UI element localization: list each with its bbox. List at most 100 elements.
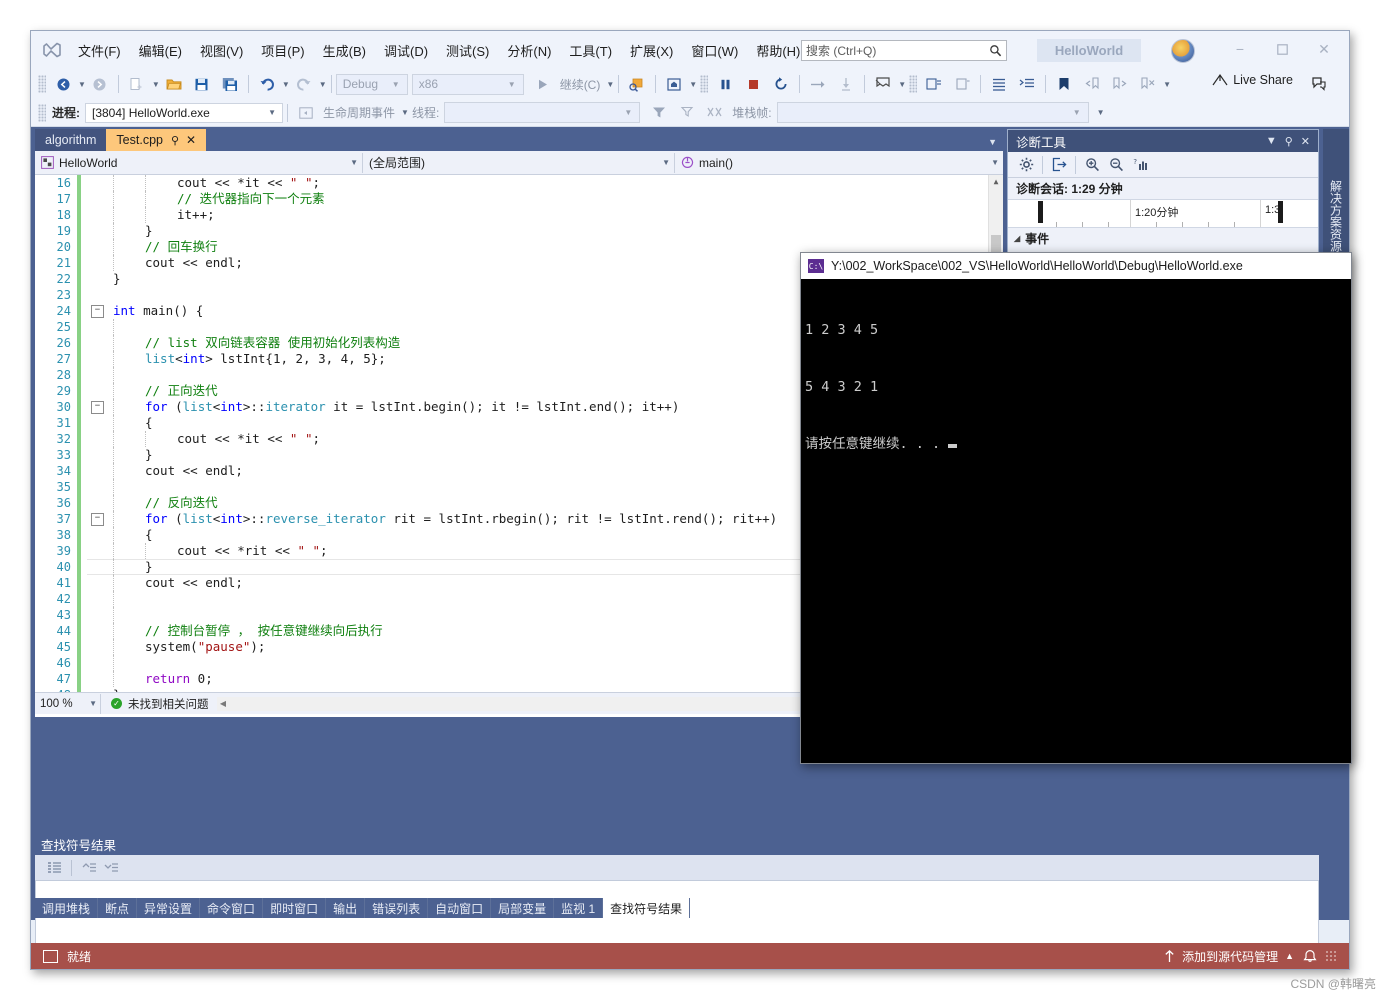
uncomment-icon[interactable] — [949, 73, 975, 95]
configuration-selector[interactable]: Debug ▼ — [336, 74, 408, 95]
search-input[interactable]: 搜索 (Ctrl+Q) — [801, 40, 1007, 61]
debug-toolbar-grip[interactable] — [38, 104, 46, 122]
collapse-glyph-icon[interactable]: − — [91, 513, 104, 526]
add-to-source-control-button[interactable]: 添加到源代码管理 ▲ — [1164, 948, 1294, 965]
debug-overflow-caret-icon[interactable]: ▼ — [1097, 108, 1105, 117]
redo-icon[interactable] — [291, 73, 317, 95]
redo-caret-icon[interactable]: ▼ — [319, 80, 327, 89]
editor-zoom-selector[interactable]: 100 % ▼ — [35, 694, 101, 714]
restart-icon[interactable] — [768, 73, 794, 95]
document-tab-algorithm[interactable]: algorithm — [35, 129, 106, 151]
timeline-marker-start[interactable] — [1038, 201, 1043, 223]
navbar-member-selector[interactable]: main() ▼ — [675, 153, 1003, 173]
step-over-icon[interactable] — [805, 73, 831, 95]
next-bookmark-icon[interactable] — [1107, 73, 1133, 95]
lifecycle-events-label[interactable]: 生命周期事件 — [323, 104, 395, 121]
attach-icon[interactable] — [661, 73, 687, 95]
pin-icon[interactable]: ⚲ — [171, 134, 179, 147]
toolbar-grip-2[interactable] — [700, 75, 708, 93]
menu-item-edit[interactable]: 编辑(E) — [130, 37, 191, 64]
notifications-button[interactable] — [1303, 949, 1317, 964]
code-line[interactable]: 19} — [35, 223, 1003, 239]
resize-grip[interactable] — [1325, 950, 1337, 962]
zoom-in-icon[interactable] — [1080, 155, 1104, 175]
menu-item-test[interactable]: 测试(S) — [437, 37, 498, 64]
undo-icon[interactable] — [254, 73, 280, 95]
lifecycle-caret-icon[interactable]: ▼ — [401, 108, 409, 117]
menu-item-analyze[interactable]: 分析(N) — [498, 37, 560, 64]
export-icon[interactable] — [1047, 155, 1071, 175]
save-icon[interactable] — [189, 73, 215, 95]
step-into-icon[interactable] — [833, 73, 859, 95]
select-tools-icon[interactable]: ? — [1128, 155, 1152, 175]
pause-icon[interactable] — [712, 73, 738, 95]
console-window[interactable]: C:\ Y:\002_WorkSpace\002_VS\HelloWorld\H… — [800, 252, 1352, 764]
menu-item-view[interactable]: 视图(V) — [191, 37, 252, 64]
comment-icon[interactable] — [921, 73, 947, 95]
bottom-tab-item[interactable]: 错误列表 — [365, 898, 428, 918]
new-item-icon[interactable] — [124, 73, 150, 95]
bottom-tab-item[interactable]: 即时窗口 — [263, 898, 326, 918]
bookmark-icon[interactable] — [1051, 73, 1077, 95]
menu-item-extensions[interactable]: 扩展(X) — [621, 37, 682, 64]
bottom-tab-item[interactable]: 命令窗口 — [200, 898, 263, 918]
back-dropdown-caret-icon[interactable]: ▼ — [78, 80, 86, 89]
gear-icon[interactable] — [1014, 155, 1038, 175]
attach-caret-icon[interactable]: ▼ — [689, 80, 697, 89]
thread-selector[interactable]: ▼ — [444, 102, 640, 123]
bottom-tab-item[interactable]: 断点 — [98, 898, 137, 918]
previous-bookmark-icon[interactable] — [1079, 73, 1105, 95]
bottom-tab-item[interactable]: 异常设置 — [137, 898, 200, 918]
bottom-tab-item[interactable]: 局部变量 — [491, 898, 554, 918]
minimize-button[interactable]: − — [1219, 35, 1261, 63]
collapse-glyph-icon[interactable]: − — [91, 401, 104, 414]
continue-caret-icon[interactable]: ▼ — [606, 80, 614, 89]
bottom-tab-active[interactable]: 查找符号结果 — [603, 898, 690, 918]
menu-item-debug[interactable]: 调试(D) — [375, 37, 437, 64]
filter-icon[interactable] — [646, 102, 672, 124]
source-control-caret-icon[interactable]: ▲ — [1285, 951, 1294, 961]
collapse-glyph-icon[interactable]: − — [91, 305, 104, 318]
new-item-caret-icon[interactable]: ▼ — [152, 80, 160, 89]
close-button[interactable]: ✕ — [1303, 35, 1345, 63]
toolbar-grip[interactable] — [38, 75, 46, 93]
outdent-icon[interactable] — [986, 73, 1012, 95]
open-file-icon[interactable] — [161, 73, 187, 95]
bottom-tab-item[interactable]: 输出 — [326, 898, 365, 918]
avatar[interactable] — [1171, 39, 1195, 63]
document-tab-test-cpp[interactable]: Test.cpp ⚲ ✕ — [106, 129, 206, 151]
send-feedback-icon[interactable] — [1306, 73, 1332, 95]
navigate-forward-icon[interactable] — [87, 73, 113, 95]
zoom-out-icon[interactable] — [1104, 155, 1128, 175]
stop-icon[interactable] — [740, 73, 766, 95]
indent-icon[interactable] — [1014, 73, 1040, 95]
bottom-tab-item[interactable]: 自动窗口 — [428, 898, 491, 918]
platform-selector[interactable]: x86 ▼ — [412, 74, 524, 95]
close-icon[interactable]: ✕ — [1297, 135, 1314, 148]
toolbar-grip-3[interactable] — [909, 75, 917, 93]
hot-reload-icon[interactable] — [624, 73, 650, 95]
chevron-down-icon[interactable]: ▼ — [1262, 135, 1281, 147]
menu-item-project[interactable]: 项目(P) — [252, 37, 313, 64]
menu-item-file[interactable]: 文件(F) — [69, 37, 130, 64]
pin-icon[interactable]: ⚲ — [1281, 135, 1297, 148]
code-line[interactable]: 16cout << *it << " "; — [35, 175, 1003, 191]
bottom-tab-item[interactable]: 监视 1 — [554, 898, 603, 918]
diagnostic-events-section[interactable]: ◢ 事件 — [1008, 228, 1318, 248]
scroll-up-icon[interactable]: ▲ — [989, 175, 1003, 189]
breakpoint-toggle-icon[interactable] — [870, 73, 896, 95]
code-line[interactable]: 18it++; — [35, 207, 1003, 223]
maximize-button[interactable] — [1261, 35, 1303, 63]
flag-icon[interactable] — [674, 102, 700, 124]
menu-item-build[interactable]: 生成(B) — [314, 37, 375, 64]
scroll-left-icon[interactable]: ◀ — [217, 697, 230, 711]
lifecycle-events-icon[interactable] — [293, 102, 319, 124]
clear-bookmarks-icon[interactable] — [1135, 73, 1161, 95]
breakpoint-caret-icon[interactable]: ▼ — [898, 80, 906, 89]
continue-label[interactable]: 继续(C) — [560, 76, 601, 93]
expand-icon[interactable] — [100, 858, 122, 878]
navigate-back-icon[interactable] — [50, 73, 76, 95]
live-share-button[interactable]: Live Share — [1212, 73, 1293, 87]
stackframe-selector[interactable]: ▼ — [777, 102, 1089, 123]
toolbar-overflow-caret-icon[interactable]: ▼ — [1163, 80, 1171, 89]
